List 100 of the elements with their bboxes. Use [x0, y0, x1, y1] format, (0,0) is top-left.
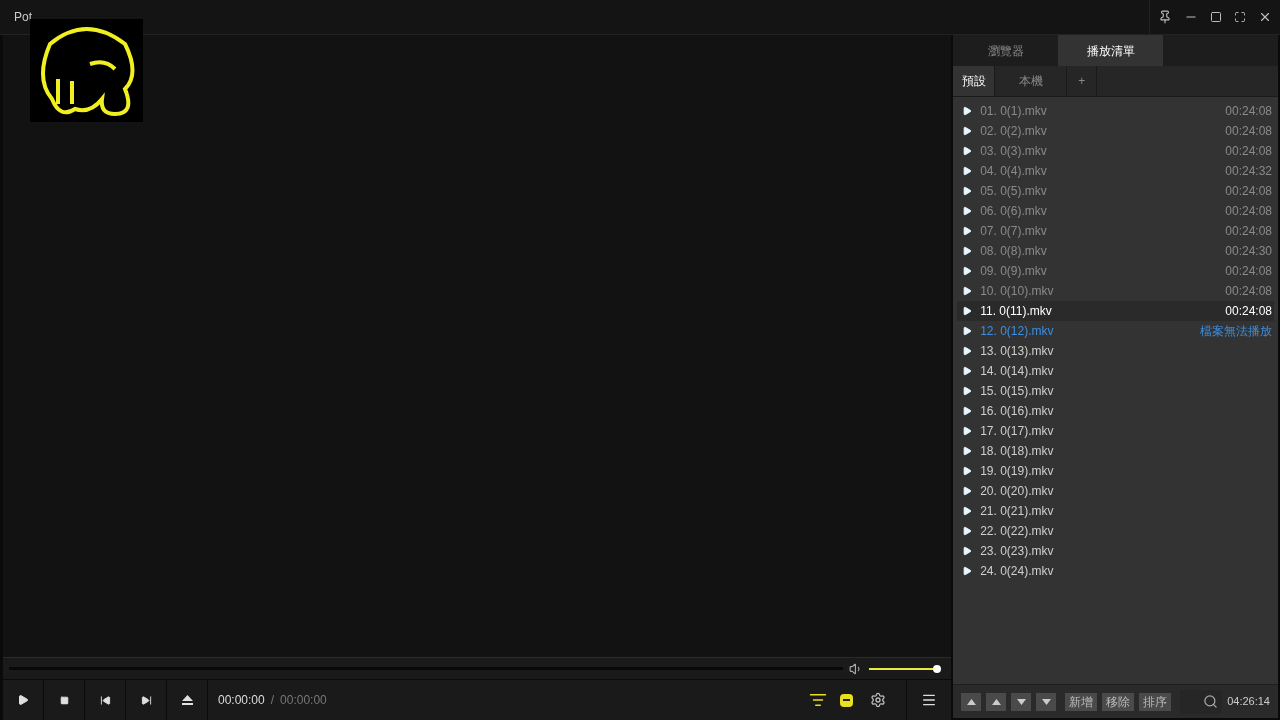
item-duration: 檔案無法播放 [1200, 323, 1272, 340]
next-icon [140, 694, 152, 706]
playlist-item[interactable]: 18. 0(18).mkv [957, 441, 1274, 461]
subtitle-button[interactable] [840, 693, 854, 707]
current-time: 00:00:00 [218, 692, 265, 709]
playlist-item[interactable]: 08. 0(8).mkv 00:24:30 [957, 241, 1274, 261]
item-duration: 00:24:32 [1225, 163, 1272, 180]
item-title: 11. 0(11).mkv [980, 303, 1052, 320]
play-icon [962, 426, 973, 436]
playlist-item[interactable]: 22. 0(22).mkv [957, 521, 1274, 541]
playlist-action-button[interactable]: 新增 [1065, 692, 1098, 711]
item-duration: 00:24:08 [1225, 223, 1272, 240]
item-duration: 00:24:08 [1225, 283, 1272, 300]
play-icon [962, 526, 973, 536]
playlist-item[interactable]: 11. 0(11).mkv 00:24:08 [957, 301, 1274, 321]
playlist-item[interactable]: 17. 0(17).mkv [957, 421, 1274, 441]
playlist-item[interactable]: 06. 0(6).mkv 00:24:08 [957, 201, 1274, 221]
item-title: 13. 0(13).mkv [980, 343, 1054, 360]
play-icon [962, 286, 973, 296]
item-title: 16. 0(16).mkv [980, 403, 1054, 420]
playlist-item[interactable]: 09. 0(9).mkv 00:24:08 [957, 261, 1274, 281]
play-icon [962, 326, 973, 336]
item-title: 04. 0(4).mkv [980, 163, 1047, 180]
playlist-item[interactable]: 13. 0(13).mkv [957, 341, 1274, 361]
playlist-item[interactable]: 04. 0(4).mkv 00:24:32 [957, 161, 1274, 181]
item-duration: 00:24:08 [1225, 203, 1272, 220]
play-icon [962, 226, 973, 236]
playlist-item[interactable]: 12. 0(12).mkv 檔案無法播放 [957, 321, 1274, 341]
playlist-item[interactable]: 07. 0(7).mkv 00:24:08 [957, 221, 1274, 241]
play-icon [962, 486, 973, 496]
move-down-button[interactable] [1011, 692, 1032, 711]
up-triangle-icon [966, 697, 976, 706]
maximize-icon[interactable] [1210, 11, 1222, 23]
playlist-item[interactable]: 03. 0(3).mkv 00:24:08 [957, 141, 1274, 161]
item-duration: 00:24:08 [1225, 183, 1272, 200]
item-title: 18. 0(18).mkv [980, 443, 1054, 460]
playlist-item[interactable]: 01. 0(1).mkv 00:24:08 [957, 101, 1274, 121]
down-triangle-icon [1016, 697, 1026, 706]
search-field[interactable] [1180, 689, 1223, 714]
item-title: 08. 0(8).mkv [980, 243, 1047, 260]
playlist-item[interactable]: 02. 0(2).mkv 00:24:08 [957, 121, 1274, 141]
item-title: 02. 0(2).mkv [980, 123, 1047, 140]
move-up-button[interactable] [986, 692, 1007, 711]
playlist-item[interactable]: 21. 0(21).mkv [957, 501, 1274, 521]
fullscreen-icon[interactable] [1234, 11, 1246, 23]
playlist-item[interactable]: 15. 0(15).mkv [957, 381, 1274, 401]
stop-icon [59, 695, 69, 705]
menu-icon[interactable] [921, 692, 938, 708]
play-icon [962, 126, 973, 136]
item-title: 03. 0(3).mkv [980, 143, 1047, 160]
play-icon [962, 366, 973, 376]
time-separator: / [270, 692, 275, 709]
play-icon [962, 186, 973, 196]
item-title: 21. 0(21).mkv [980, 503, 1054, 520]
playlist-item[interactable]: 10. 0(10).mkv 00:24:08 [957, 281, 1274, 301]
playlist-tab[interactable]: 本機 [995, 66, 1068, 96]
play-icon [962, 246, 973, 256]
item-duration: 00:24:08 [1225, 123, 1272, 140]
move-top-button[interactable] [961, 692, 982, 711]
item-title: 10. 0(10).mkv [980, 283, 1054, 300]
item-duration: 00:24:08 [1225, 103, 1272, 120]
item-title: 07. 0(7).mkv [980, 223, 1047, 240]
playlist-item[interactable]: 20. 0(20).mkv [957, 481, 1274, 501]
playlist-action-button[interactable]: 移除 [1102, 692, 1135, 711]
pin-icon[interactable] [1158, 10, 1172, 24]
playlist-item[interactable]: 23. 0(23).mkv [957, 541, 1274, 561]
item-duration: 00:24:08 [1225, 143, 1272, 160]
item-title: 05. 0(5).mkv [980, 183, 1047, 200]
play-icon [962, 166, 973, 176]
close-icon[interactable] [1258, 10, 1272, 24]
item-title: 06. 0(6).mkv [980, 203, 1047, 220]
playlist-item[interactable]: 16. 0(16).mkv [957, 401, 1274, 421]
volume-slider[interactable] [869, 667, 938, 670]
playlist-item[interactable]: 14. 0(14).mkv [957, 361, 1274, 381]
item-title: 01. 0(1).mkv [980, 103, 1047, 120]
playlist-action-button[interactable]: 排序 [1139, 692, 1172, 711]
play-icon [962, 346, 973, 356]
playlist-item[interactable]: 05. 0(5).mkv 00:24:08 [957, 181, 1274, 201]
item-title: 15. 0(15).mkv [980, 383, 1054, 400]
play-icon [962, 446, 973, 456]
play-icon [962, 406, 973, 416]
playlist-total-duration: 04:26:14 [1227, 694, 1270, 710]
play-icon [962, 266, 973, 276]
play-icon [962, 546, 973, 556]
item-title: 17. 0(17).mkv [980, 423, 1054, 440]
item-title: 09. 0(9).mkv [980, 263, 1047, 280]
volume-thumb[interactable] [933, 664, 942, 673]
playlist-item[interactable]: 24. 0(24).mkv [957, 561, 1274, 581]
play-icon [962, 566, 973, 576]
eject-icon [181, 695, 193, 705]
playlist-tab[interactable]: + [1067, 66, 1098, 96]
play-icon [962, 386, 973, 396]
item-title: 14. 0(14).mkv [980, 363, 1054, 380]
move-bottom-button[interactable] [1036, 692, 1057, 711]
panel-tab[interactable]: 播放清單 [1058, 35, 1164, 66]
item-title: 19. 0(19).mkv [980, 463, 1054, 480]
playlist-item[interactable]: 19. 0(19).mkv [957, 461, 1274, 481]
up-triangle-icon [991, 697, 1001, 706]
playlist-tab[interactable]: 預設 [953, 66, 996, 96]
settings-icon[interactable] [870, 692, 887, 708]
